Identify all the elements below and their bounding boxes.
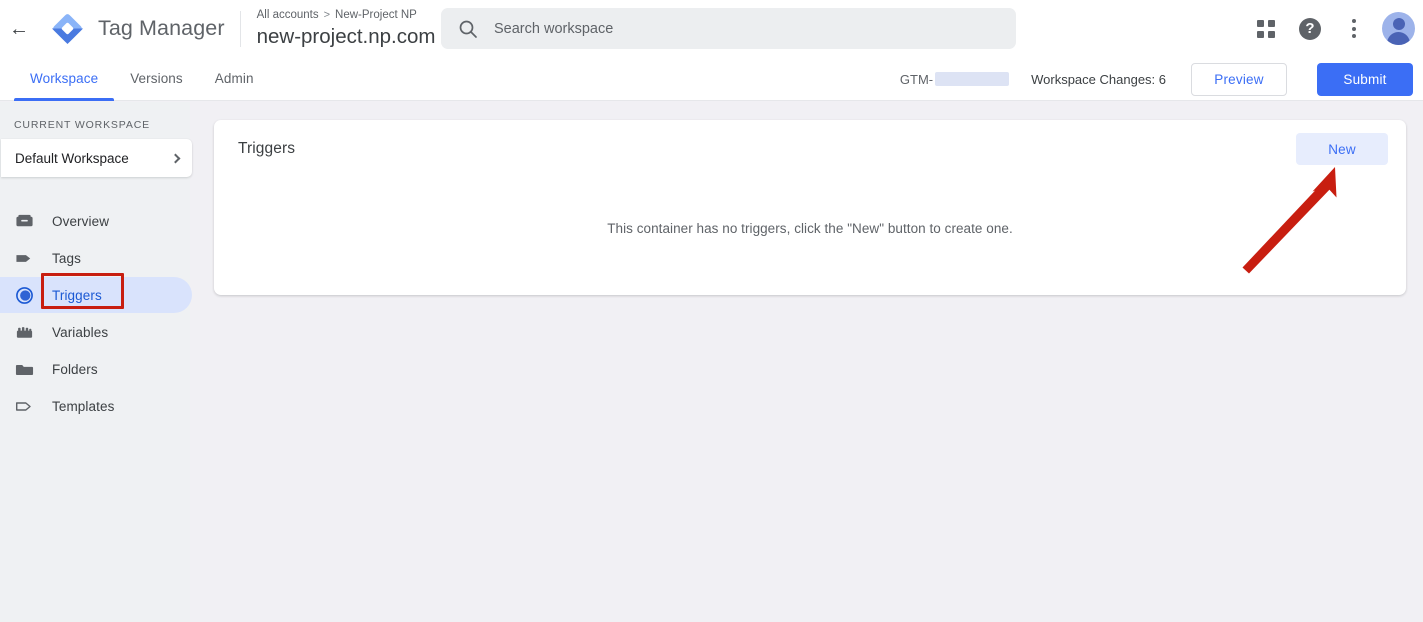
- more-options-button[interactable]: [1334, 9, 1374, 49]
- page-title: Triggers: [238, 140, 296, 157]
- empty-state-message: This container has no triggers, click th…: [607, 221, 1013, 236]
- more-vertical-icon: [1352, 19, 1356, 38]
- navbar-right: GTM- Workspace Changes: 6 Preview Submit: [900, 57, 1413, 101]
- sidebar-item-folders[interactable]: Folders: [0, 351, 190, 387]
- triggers-card: Triggers New This container has no trigg…: [214, 120, 1406, 295]
- breadcrumb-account[interactable]: All accounts: [257, 8, 319, 23]
- sidebar-item-label: Tags: [52, 250, 81, 266]
- tab-versions[interactable]: Versions: [114, 57, 199, 101]
- gtm-id-prefix: GTM-: [899, 71, 934, 87]
- sidebar-item-variables[interactable]: Variables: [0, 314, 190, 350]
- folder-icon: [14, 359, 34, 379]
- breadcrumb-project[interactable]: New-Project NP: [335, 8, 417, 23]
- product-title: Tag Manager: [98, 16, 225, 40]
- container-name-row[interactable]: new-project.np.com: [257, 24, 453, 49]
- variables-block-icon: [14, 322, 34, 342]
- search-input[interactable]: [494, 20, 974, 37]
- sidebar-item-tags[interactable]: Tags: [0, 240, 190, 276]
- back-arrow-icon: ←: [9, 17, 29, 40]
- sidebar-item-label: Overview: [52, 213, 110, 229]
- sidebar-item-label: Variables: [52, 324, 109, 340]
- workspace-navbar: Workspace Versions Admin GTM- Workspace …: [0, 57, 1423, 101]
- sidebar-item-overview[interactable]: Overview: [0, 203, 190, 239]
- trigger-circle-icon: [14, 285, 34, 305]
- sidebar-item-label: Templates: [52, 398, 115, 414]
- help-question-icon: ?: [1299, 17, 1321, 40]
- tag-icon: [14, 248, 34, 268]
- account-selector[interactable]: All accounts > New-Project NP new-projec…: [257, 8, 453, 49]
- sidebar-item-templates[interactable]: Templates: [0, 388, 190, 424]
- sidebar-nav-list: Overview Tags Triggers Variables Folders…: [0, 203, 192, 424]
- breadcrumb-separator-icon: >: [323, 9, 331, 21]
- workspace-changes-count: Workspace Changes: 6: [1031, 71, 1166, 87]
- tag-manager-logo-icon: [50, 11, 85, 46]
- back-button[interactable]: ←: [0, 10, 38, 48]
- gtm-id-redacted-block: [935, 72, 1010, 86]
- overview-box-icon: [14, 211, 34, 231]
- gtm-container-id[interactable]: GTM-: [899, 71, 1010, 87]
- submit-button[interactable]: Submit: [1317, 62, 1413, 96]
- chevron-right-icon: [170, 153, 181, 163]
- apps-grid-button[interactable]: [1246, 9, 1286, 49]
- top-header: ← Tag Manager All accounts > New-Project…: [0, 0, 1423, 57]
- apps-grid-icon: [1257, 19, 1275, 38]
- new-trigger-button[interactable]: New: [1296, 133, 1388, 165]
- brand-block: Tag Manager: [50, 11, 225, 46]
- search-box[interactable]: [441, 8, 1016, 49]
- left-sidebar: CURRENT WORKSPACE Default Workspace Over…: [0, 102, 192, 622]
- header-actions: ?: [1246, 0, 1415, 57]
- gtm-app-window: ← Tag Manager All accounts > New-Project…: [0, 0, 1423, 622]
- sidebar-item-label: Triggers: [52, 287, 102, 303]
- workspace-selector-card[interactable]: Default Workspace: [1, 139, 192, 177]
- preview-button[interactable]: Preview: [1191, 62, 1287, 96]
- tab-workspace[interactable]: Workspace: [14, 57, 115, 101]
- help-button[interactable]: ?: [1290, 9, 1330, 49]
- nav-tabs: Workspace Versions Admin: [14, 57, 270, 101]
- header-divider: [239, 10, 241, 47]
- breadcrumb: All accounts > New-Project NP: [257, 8, 453, 23]
- template-tag-outline-icon: [14, 396, 34, 416]
- tab-admin[interactable]: Admin: [199, 57, 270, 101]
- sidebar-item-label: Folders: [52, 361, 98, 377]
- sidebar-item-triggers[interactable]: Triggers: [0, 277, 192, 313]
- card-header: Triggers New: [214, 120, 1406, 178]
- search-icon: [458, 19, 478, 39]
- container-name: new-project.np.com: [256, 25, 436, 48]
- user-avatar-icon[interactable]: [1382, 12, 1415, 45]
- current-workspace-label: CURRENT WORKSPACE: [14, 119, 150, 131]
- workspace-name: Default Workspace: [15, 150, 129, 166]
